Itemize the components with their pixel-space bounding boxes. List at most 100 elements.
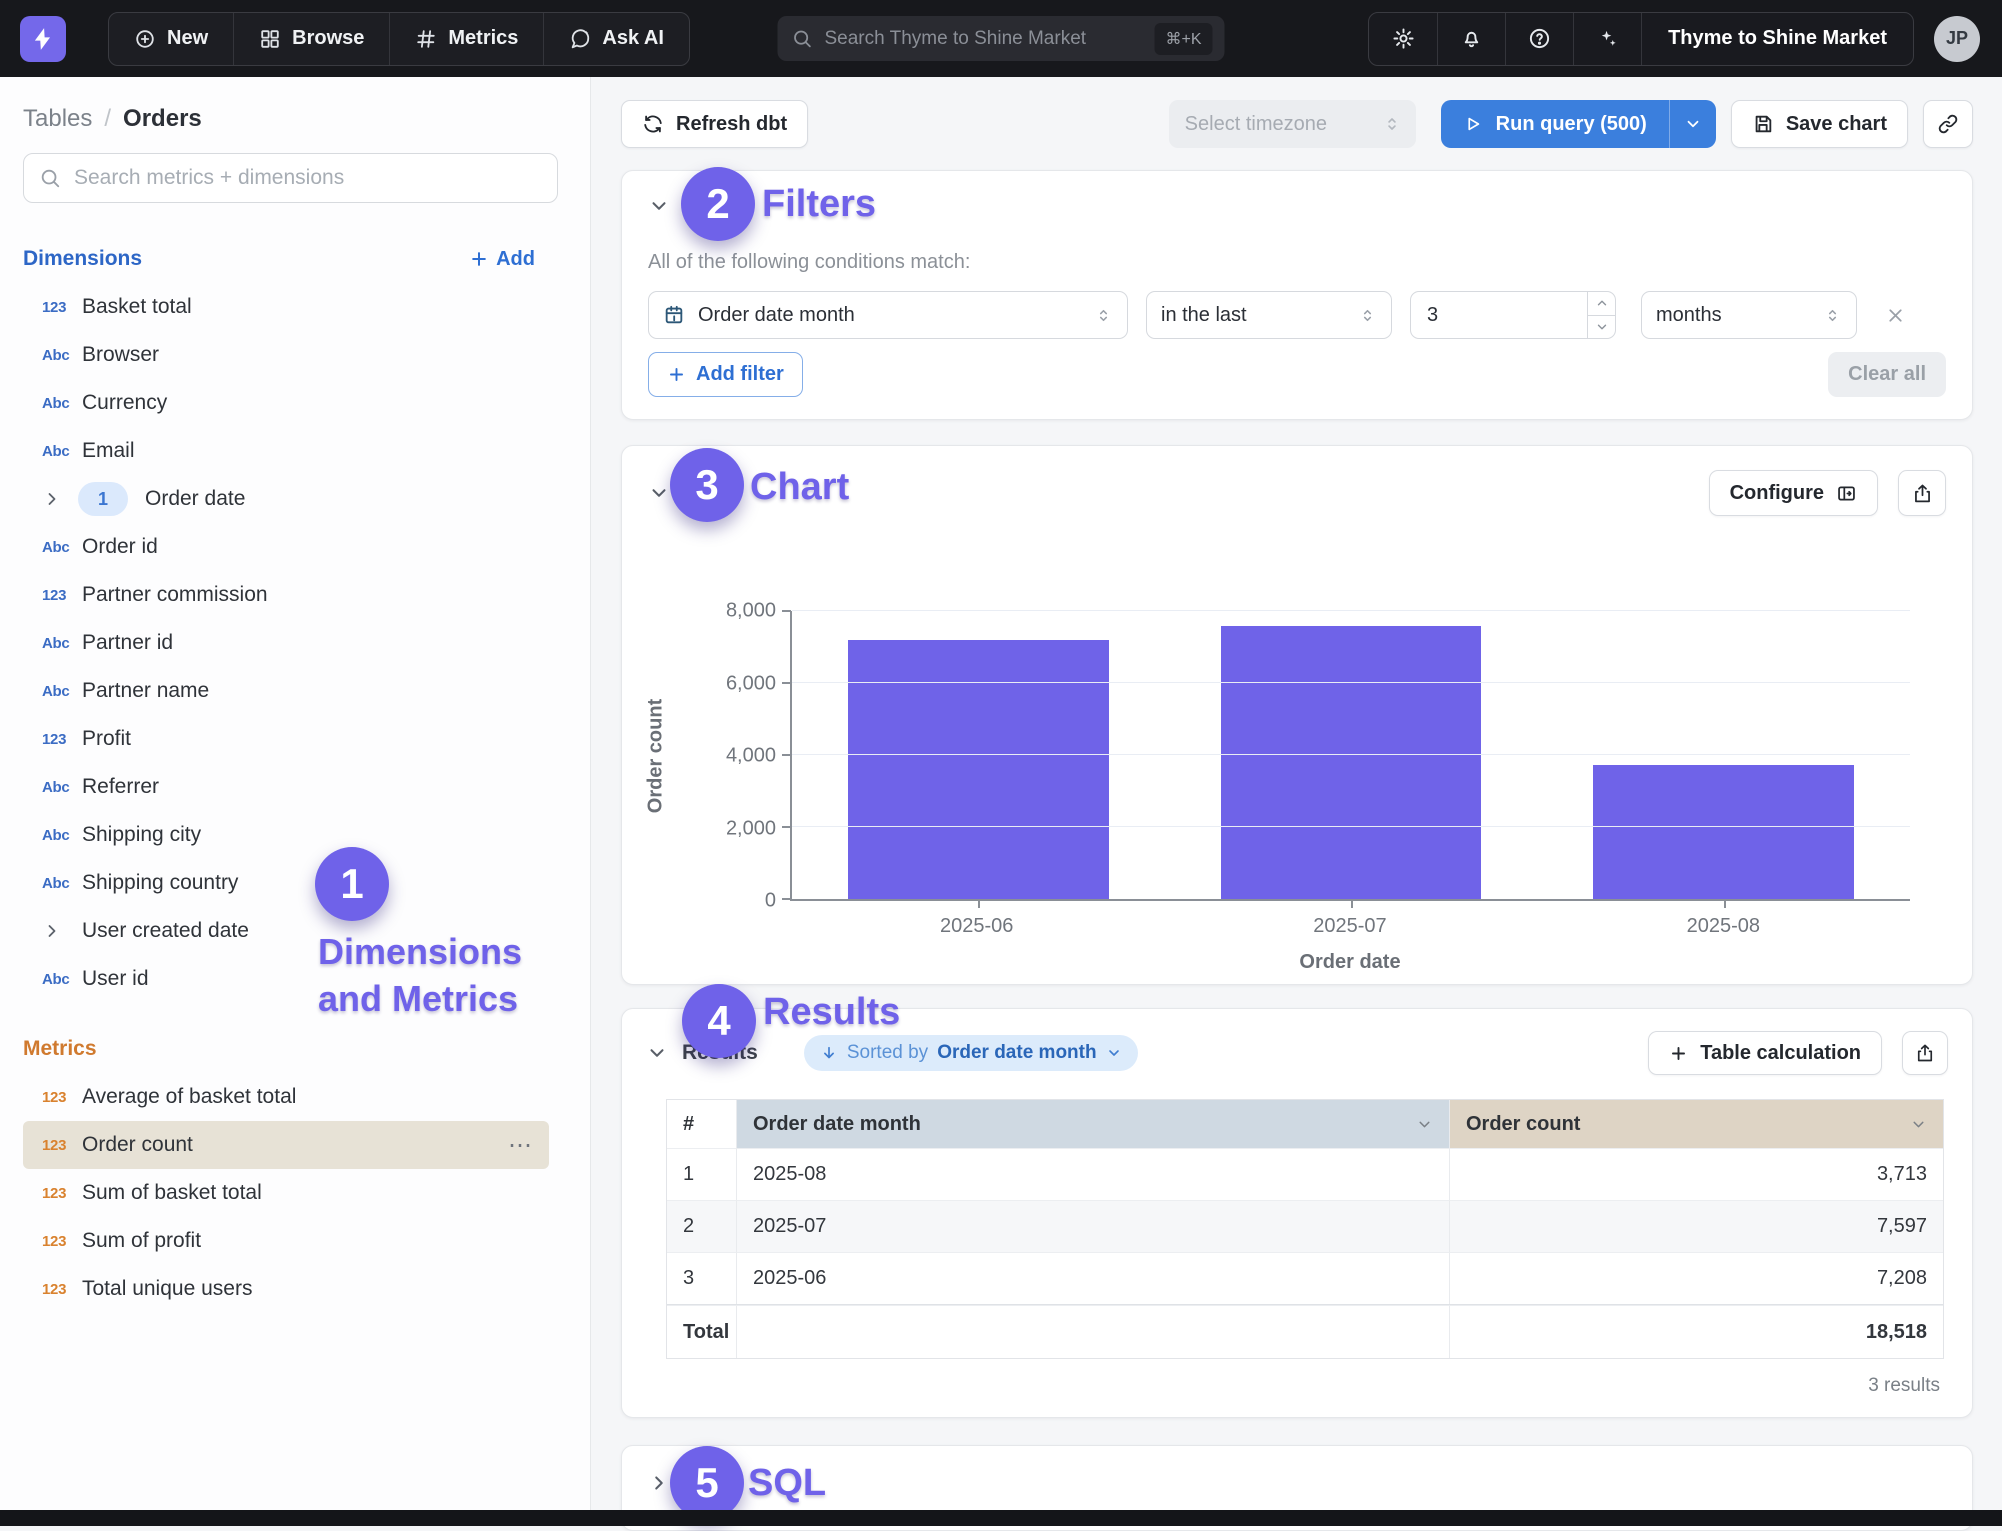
annotation-number: 1 [340,860,363,908]
add-dimension-button[interactable]: Add [469,248,535,271]
filter-value: 3 [1411,304,1587,327]
export-results-button[interactable] [1902,1031,1948,1075]
y-tick-mark [782,898,791,900]
fields-search-input[interactable]: Search metrics + dimensions [23,153,558,203]
expand-sql-chevron-icon[interactable] [648,1472,670,1494]
sidebar-item-referrer[interactable]: Abc Referrer [23,763,549,811]
y-tick-label: 4,000 [726,745,776,768]
stepper-up-button[interactable] [1588,292,1615,316]
sidebar-item-partner-id[interactable]: Abc Partner id [23,619,549,667]
text-field-icon: Abc [42,971,82,988]
sidebar-item-label: Shipping country [82,871,238,895]
chart-bar-2025-06[interactable] [848,640,1109,899]
sidebar-item-average-of-basket-total[interactable]: 123 Average of basket total [23,1073,549,1121]
bar-slot [1537,611,1910,899]
app-logo[interactable] [20,16,66,62]
run-query-options-button[interactable] [1669,100,1716,148]
metrics-list: 123 Average of basket total 123 Order co… [0,1073,590,1313]
annotation-number: 2 [706,180,729,228]
gridline [792,826,1910,827]
breadcrumb-tables-link[interactable]: Tables [23,105,92,133]
sidebar-item-partner-name[interactable]: Abc Partner name [23,667,549,715]
workspace-switcher[interactable]: Thyme to Shine Market [1641,13,1913,65]
x-tick-label: 2025-08 [1537,915,1910,938]
filter-operator-select[interactable]: in the last [1146,291,1392,339]
sidebar-item-label: Average of basket total [82,1085,296,1109]
filter-field-select[interactable]: Order date month [648,291,1128,339]
clear-all-button[interactable]: Clear all [1828,352,1946,397]
ask-ai-button[interactable]: Ask AI [543,13,689,65]
sorted-by-prefix: Sorted by [847,1042,928,1064]
metrics-button[interactable]: Metrics [389,13,543,65]
gridline [792,610,1910,611]
column-header-order-date-month[interactable]: Order date month [737,1100,1450,1148]
save-chart-button[interactable]: Save chart [1731,100,1908,148]
remove-filter-button[interactable] [1885,305,1906,326]
total-label-cell: Total [667,1305,737,1358]
annotation-label-filters: Filters [762,183,876,226]
share-link-button[interactable] [1923,100,1973,148]
run-query-button[interactable]: Run query (500) [1441,100,1669,148]
sidebar-item-shipping-country[interactable]: Abc Shipping country [23,859,549,907]
settings-button[interactable] [1369,13,1437,65]
sidebar-item-label: Total unique users [82,1277,252,1301]
table-calculation-button[interactable]: Table calculation [1648,1031,1882,1075]
y-axis-ticks: 02,0004,0006,0008,000 [678,611,776,901]
filters-description: All of the following conditions match: [648,251,1946,274]
sidebar-item-currency[interactable]: Abc Currency [23,379,549,427]
refresh-dbt-button[interactable]: Refresh dbt [621,100,808,148]
filter-unit-select[interactable]: months [1641,291,1857,339]
annotation-circle-1: 1 [315,847,389,921]
notifications-button[interactable] [1437,13,1505,65]
chart-bar-2025-08[interactable] [1593,765,1854,899]
chat-sparkle-icon [569,28,591,50]
x-tick-label: 2025-07 [1163,915,1536,938]
sorted-by-pill[interactable]: Sorted by Order date month [804,1035,1138,1071]
browse-button[interactable]: Browse [233,13,389,65]
sidebar-item-order-count[interactable]: 123 Order count ⋯ [23,1121,549,1169]
new-button[interactable]: New [109,13,233,65]
numeric-field-icon: 123 [42,1185,82,1202]
sidebar-item-profit[interactable]: 123 Profit [23,715,549,763]
chart-bars [792,611,1910,899]
timezone-select[interactable]: Select timezone [1169,100,1416,148]
sidebar-item-sum-of-basket-total[interactable]: 123 Sum of basket total [23,1169,549,1217]
sidebar-item-browser[interactable]: Abc Browser [23,331,549,379]
sidebar-item-order-date[interactable]: 1 Order date [23,475,549,523]
global-search-input[interactable]: Search Thyme to Shine Market ⌘+K [778,16,1225,61]
text-field-icon: Abc [42,683,82,700]
filter-value-input[interactable]: 3 [1410,291,1616,339]
sidebar-item-label: Basket total [82,295,192,319]
sidebar-item-total-unique-users[interactable]: 123 Total unique users [23,1265,549,1313]
sidebar-item-shipping-city[interactable]: Abc Shipping city [23,811,549,859]
add-filter-label: Add filter [696,363,784,386]
user-avatar[interactable]: JP [1934,16,1980,62]
chevron-right-icon[interactable] [42,489,78,509]
plus-icon [667,365,686,384]
add-filter-button[interactable]: Add filter [648,352,803,397]
sidebar-item-label: Shipping city [82,823,201,847]
collapse-filters-chevron-icon[interactable] [648,195,670,217]
column-header-order-count[interactable]: Order count [1450,1100,1943,1148]
sidebar-item-partner-commission[interactable]: 123 Partner commission [23,571,549,619]
breadcrumb-separator: / [104,105,111,133]
row-index-cell: 3 [667,1252,737,1304]
help-button[interactable] [1505,13,1573,65]
selected-count-badge: 1 [78,482,128,516]
text-field-icon: Abc [42,779,82,796]
chart-bar-2025-07[interactable] [1221,626,1482,899]
sidebar-item-email[interactable]: Abc Email [23,427,549,475]
item-menu-button[interactable]: ⋯ [508,1131,549,1160]
annotation-circle-5: 5 [670,1446,744,1520]
order-count-cell: 7,208 [1450,1252,1943,1304]
text-field-icon: Abc [42,395,82,412]
sidebar-item-basket-total[interactable]: 123 Basket total [23,283,549,331]
filters-section: 2 Filters All of the following condition… [621,170,1973,420]
sidebar-item-sum-of-profit[interactable]: 123 Sum of profit [23,1217,549,1265]
chevron-right-icon[interactable] [42,921,82,941]
stepper-down-button[interactable] [1588,316,1615,339]
collapse-results-chevron-icon[interactable] [646,1042,668,1064]
sidebar-item-order-id[interactable]: Abc Order id [23,523,549,571]
ai-assistant-button[interactable] [1573,13,1641,65]
order-count-cell: 7,597 [1450,1200,1943,1252]
